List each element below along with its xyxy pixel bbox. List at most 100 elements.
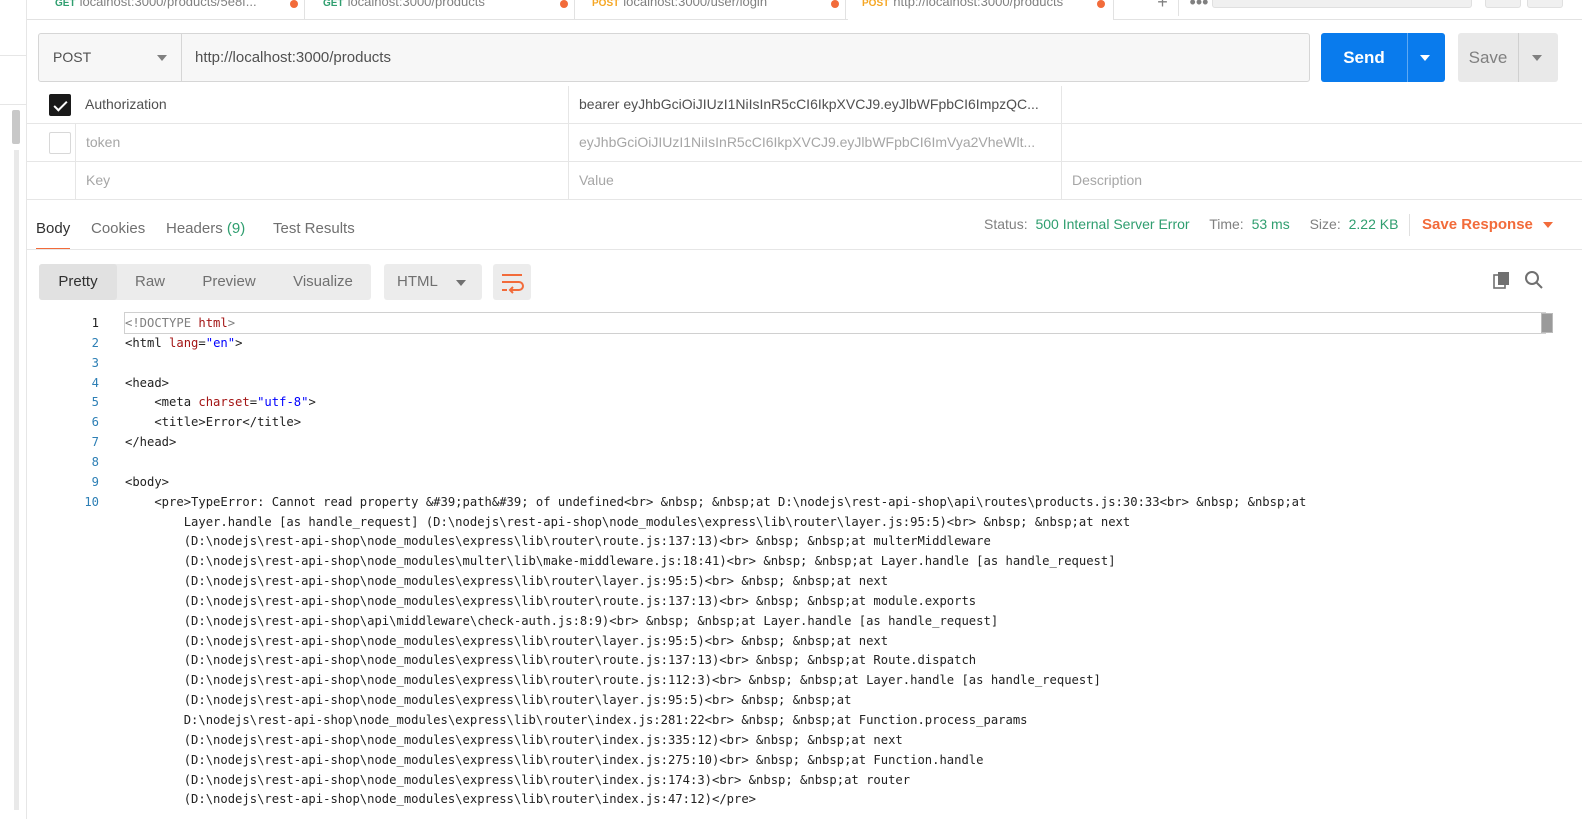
tab-headers[interactable]: Headers (9) <box>166 208 245 250</box>
code-token: <!DOCTYPE <box>125 316 199 330</box>
header-value-cell[interactable]: bearer eyJhbGciOiJIUzI1NiIsInR5cCI6IkpXV… <box>568 86 1061 124</box>
tab-label: localhost:3000/products/5e8f... <box>79 0 257 9</box>
response-meta: Status: 500 Internal Server Error Time: … <box>984 216 1402 232</box>
request-tab-active[interactable]: POST http://localhost:3000/products <box>848 0 1114 20</box>
response-tabs: Body Cookies Headers (9) Test Results <box>27 208 527 250</box>
size-value[interactable]: 2.22 KB <box>1349 216 1399 232</box>
code-line: (D:\nodejs\rest-api-shop\node_modules\ex… <box>125 571 888 591</box>
row-enabled-checkbox[interactable] <box>49 132 71 154</box>
environment-selector[interactable] <box>1212 0 1472 8</box>
size-label: Size: <box>1309 216 1341 232</box>
line-number: 2 <box>91 335 99 350</box>
tab-method: POST <box>862 0 890 9</box>
response-body-editor[interactable]: 1 2 3 4 5 6 7 8 9 10 <!DOCTYPE html> <html lang="e… <box>27 310 1557 819</box>
request-tab[interactable]: GET localhost:3000/products/5e8f... <box>41 0 305 20</box>
save-response-label: Save Response <box>1422 216 1533 233</box>
header-description-cell[interactable] <box>1061 86 1582 124</box>
editor-scroll-thumb[interactable] <box>1541 313 1553 333</box>
request-tab[interactable]: GET localhost:3000/products <box>309 0 575 20</box>
code-line: <pre>TypeError: Cannot read property &#3… <box>125 492 1306 512</box>
wrap-lines-button[interactable] <box>493 264 531 300</box>
new-key-input[interactable]: Key <box>75 162 568 200</box>
new-description-input[interactable]: Description <box>1061 162 1582 200</box>
sidebar-scroll-track[interactable] <box>14 150 19 810</box>
manage-environments-button[interactable] <box>1527 0 1563 8</box>
code-line: (D:\nodejs\rest-api-shop\node_modules\ex… <box>125 750 984 770</box>
method-select-value: POST <box>53 49 92 65</box>
request-url-bar: POST <box>38 33 1310 82</box>
chevron-down-icon <box>456 280 466 286</box>
code-line: <html lang="en"> <box>125 333 242 353</box>
save-button[interactable]: Save <box>1458 33 1518 82</box>
tab-method: GET <box>55 0 76 9</box>
time-value[interactable]: 53 ms <box>1252 216 1290 232</box>
method-select[interactable]: POST <box>39 34 182 81</box>
code-token: = <box>198 335 206 350</box>
format-select[interactable]: HTML <box>384 264 482 300</box>
code-token: "en" <box>205 335 236 350</box>
code-token: (D:\nodejs\rest-api-shop\node_modules\ex… <box>125 633 889 648</box>
header-description-cell[interactable] <box>1061 124 1582 162</box>
line-number: 10 <box>84 494 99 509</box>
view-preview-button[interactable]: Preview <box>183 264 275 300</box>
send-button[interactable]: Send <box>1321 33 1407 82</box>
code-line: (D:\nodejs\rest-api-shop\node_modules\ex… <box>125 770 910 790</box>
unsaved-dot-icon <box>831 0 839 8</box>
code-token: <body> <box>125 474 170 489</box>
view-visualize-button[interactable]: Visualize <box>275 264 371 300</box>
code-token: html <box>198 316 228 330</box>
code-line: (D:\nodejs\rest-api-shop\node_modules\ex… <box>125 650 976 670</box>
code-token: > <box>235 335 243 350</box>
view-pretty-button[interactable]: Pretty <box>39 264 117 300</box>
search-icon[interactable] <box>1524 270 1544 290</box>
code-line: (D:\nodejs\rest-api-shop\node_modules\ex… <box>125 730 903 750</box>
code-token: <meta <box>125 395 199 410</box>
code-token: = <box>249 395 258 410</box>
code-line: <body> <box>125 472 169 492</box>
save-response-button[interactable]: Save Response <box>1422 216 1553 233</box>
new-value-input[interactable]: Value <box>568 162 1061 200</box>
code-token: <title>Error</title> <box>125 415 302 430</box>
code-line: (D:\nodejs\rest-api-shop\node_modules\mu… <box>125 551 1116 571</box>
code-token: (D:\nodejs\rest-api-shop\node_modules\ex… <box>125 772 911 787</box>
header-key-cell[interactable]: Authorization <box>75 86 568 124</box>
code-token: (D:\nodejs\rest-api-shop\node_modules\ex… <box>125 693 852 708</box>
code-line: D:\nodejs\rest-api-shop\node_modules\exp… <box>125 710 1028 730</box>
header-key-cell[interactable]: token <box>75 124 568 162</box>
status-value[interactable]: 500 Internal Server Error <box>1035 216 1189 232</box>
line-number: 5 <box>91 395 99 410</box>
line-number: 3 <box>91 355 99 370</box>
divider <box>1518 33 1519 82</box>
line-number: 1 <box>91 316 99 330</box>
line-number: 6 <box>91 415 99 430</box>
headers-count-badge: (9) <box>226 220 246 237</box>
code-line: (D:\nodejs\rest-api-shop\node_modules\ex… <box>125 789 756 809</box>
save-button-group: Save <box>1458 33 1558 82</box>
copy-icon[interactable] <box>1492 270 1512 290</box>
request-tab[interactable]: POST localhost:3000/user/login <box>578 0 846 20</box>
row-enabled-checkbox[interactable] <box>49 94 71 116</box>
tab-test-results[interactable]: Test Results <box>273 208 355 250</box>
sidebar-scroll-thumb[interactable] <box>12 110 20 144</box>
divider <box>27 249 1582 250</box>
tab-cookies[interactable]: Cookies <box>91 208 145 250</box>
code-token: (D:\nodejs\rest-api-shop\node_modules\ex… <box>125 752 984 767</box>
new-tab-button[interactable]: + <box>1147 0 1179 16</box>
chevron-down-icon <box>157 55 167 61</box>
line-number: 9 <box>91 474 99 489</box>
tab-method: GET <box>323 0 344 9</box>
header-value-cell[interactable]: eyJhbGciOiJIUzI1NiIsInR5cCI6IkpXVCJ9.eyJ… <box>568 124 1061 162</box>
tab-body[interactable]: Body <box>36 208 71 250</box>
status-label: Status: <box>984 216 1028 232</box>
code-token: > <box>227 316 236 330</box>
code-token: > <box>308 395 316 410</box>
view-raw-button[interactable]: Raw <box>117 264 183 300</box>
tab-label: localhost:3000/user/login <box>623 0 768 9</box>
save-options-chevron-icon[interactable] <box>1532 55 1542 61</box>
table-row-placeholder: Key Value Description <box>27 162 1582 200</box>
code-line: (D:\nodejs\rest-api-shop\node_modules\ex… <box>125 631 888 651</box>
send-options-chevron-icon[interactable] <box>1420 55 1430 61</box>
url-input[interactable] <box>183 34 1309 81</box>
line-number: 4 <box>91 375 99 390</box>
environment-quick-look-button[interactable] <box>1485 0 1521 8</box>
